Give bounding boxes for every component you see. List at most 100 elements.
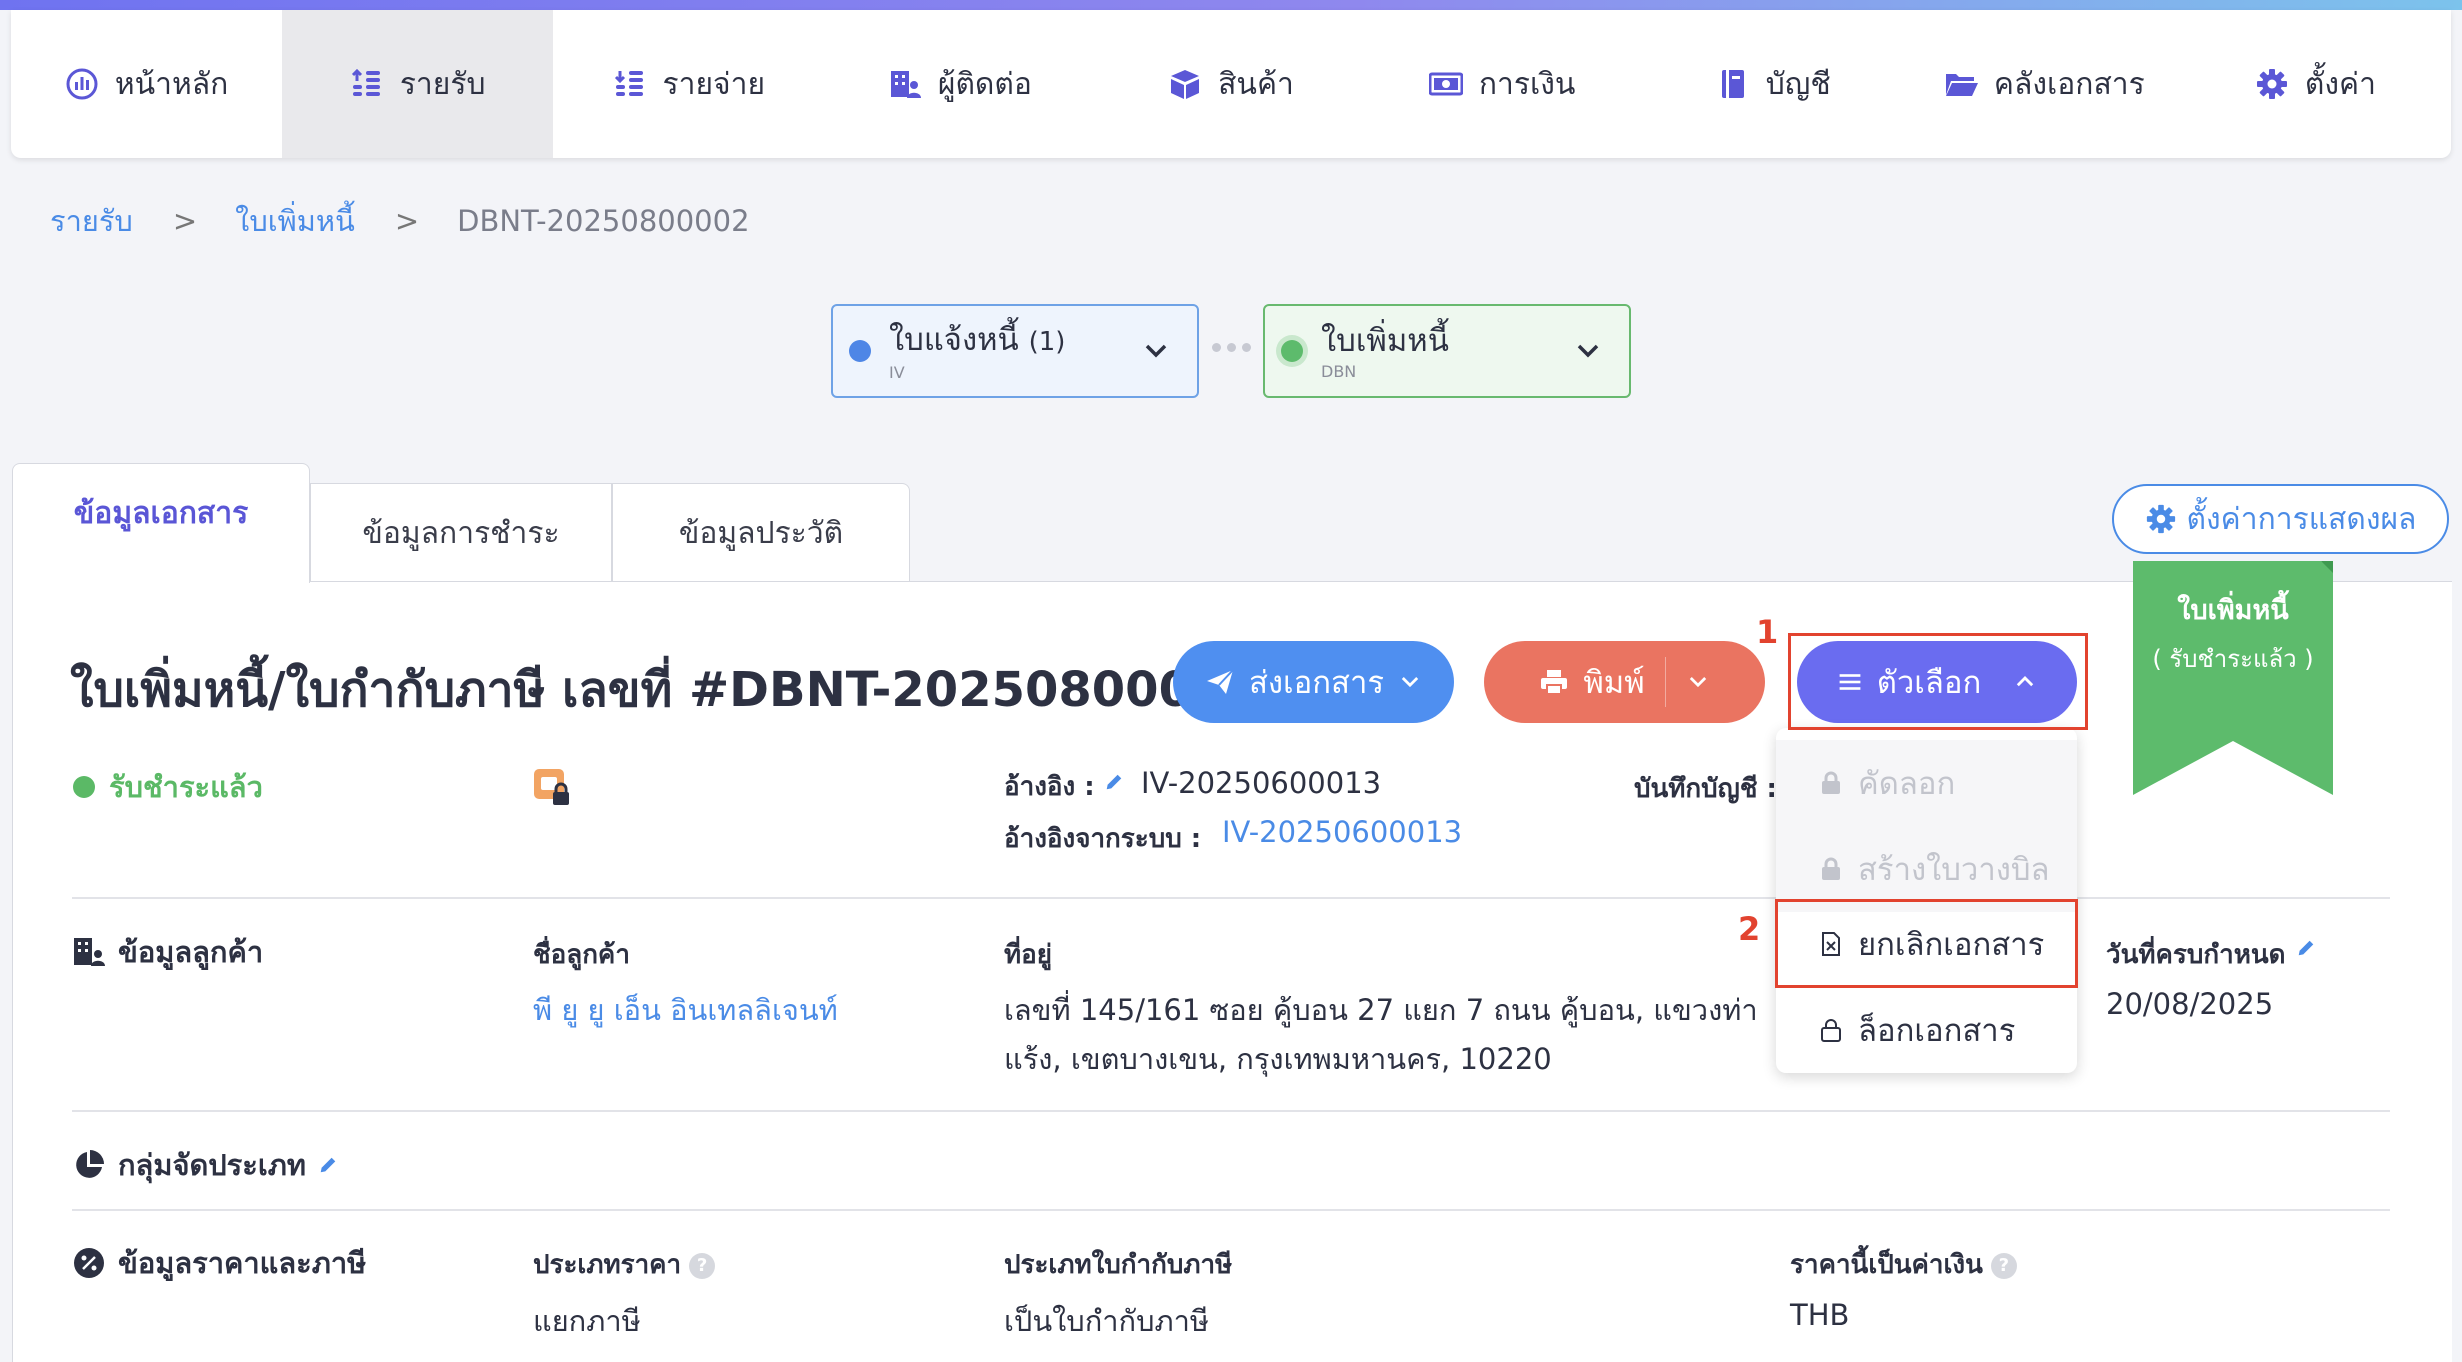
system-reference-link[interactable]: IV-20250600013 — [1222, 815, 1462, 849]
page-title: ใบเพิ่มหนี้/ใบกำกับภาษี เลขที่ #DBNT-202… — [70, 652, 1291, 728]
breadcrumb-income-link[interactable]: รายรับ — [50, 198, 133, 244]
cancel-document-icon — [1822, 932, 1840, 956]
lock-outline-icon — [1821, 1019, 1841, 1042]
lock-icon — [1822, 771, 1840, 794]
nav-label: ตั้งค่า — [2304, 66, 2376, 102]
dashboard-icon — [65, 67, 99, 101]
nav-label: บัญชี — [1765, 66, 1831, 102]
customer-section-title: ข้อมูลลูกค้า — [72, 929, 263, 975]
flow-debit-note-code: DBN — [1321, 361, 1357, 381]
chevron-down-icon — [1145, 344, 1167, 358]
help-icon[interactable]: ? — [689, 1252, 716, 1279]
paper-plane-icon — [1206, 669, 1234, 694]
status-badge: รับชำระแล้ว — [73, 764, 263, 810]
send-document-button[interactable]: ส่งเอกสาร — [1173, 641, 1454, 723]
nav-item-contacts[interactable]: ผู้ติดต่อ — [824, 10, 1095, 158]
nav-label: รายรับ — [399, 66, 486, 102]
pencil-icon[interactable] — [2296, 938, 2316, 958]
building-user-icon — [74, 938, 105, 966]
nav-label: การเงิน — [1478, 66, 1576, 102]
reference-value: IV-20250600013 — [1141, 766, 1382, 800]
pencil-icon[interactable] — [1104, 772, 1124, 792]
main-navbar: หน้าหลัก รายรับ รายจ่าย ผู้ติดต่อ สินค้า… — [11, 10, 2451, 158]
breadcrumb-separator: > — [394, 204, 420, 238]
tab-payment-info[interactable]: ข้อมูลการชำระ — [310, 483, 612, 583]
classification-section-label: กลุ่มจัดประเภท — [118, 1148, 306, 1182]
menu-icon — [1839, 674, 1861, 690]
nav-item-income[interactable]: รายรับ — [282, 10, 554, 158]
nav-label: คลังเอกสาร — [1993, 66, 2145, 102]
send-document-label: ส่งเอกสาร — [1248, 665, 1385, 701]
flow-debit-note-selector[interactable]: ใบเพิ่มหนี้ DBN — [1263, 304, 1631, 398]
customer-name-link[interactable]: พี ยู ยู เอ็น อินเทลลิเจนท์ — [533, 987, 838, 1033]
breadcrumb-current: DBNT-20250800002 — [457, 204, 750, 238]
options-button[interactable]: ตัวเลือก — [1797, 641, 2077, 723]
contacts-icon — [888, 67, 922, 101]
menu-item-copy[interactable]: คัดลอก — [1776, 740, 2077, 826]
ribbon-title: ใบเพิ่มหนี้ — [2177, 595, 2289, 626]
help-icon[interactable]: ? — [1990, 1252, 2017, 1279]
nav-item-products[interactable]: สินค้า — [1095, 10, 1366, 158]
system-reference-label: อ้างอิงจากระบบ : — [1004, 824, 1202, 854]
breadcrumb-separator: > — [172, 204, 198, 238]
ledger-icon — [1716, 67, 1750, 101]
chevron-down-icon — [1401, 677, 1419, 688]
nav-label: สินค้า — [1218, 66, 1294, 102]
menu-item-label: สร้างใบวางบิล — [1858, 852, 2050, 888]
nav-item-settings[interactable]: ตั้งค่า — [2180, 10, 2451, 158]
menu-item-label: ยกเลิกเอกสาร — [1858, 927, 2045, 963]
display-settings-label: ตั้งค่าการแสดงผล — [2186, 501, 2417, 537]
menu-item-lock-document[interactable]: ล็อกเอกสาร — [1776, 987, 2077, 1073]
nav-item-accounting[interactable]: บัญชี — [1638, 10, 1909, 158]
customer-name-label: ชื่อลูกค้า — [533, 940, 630, 970]
status-dot — [73, 776, 95, 798]
pricing-section-label: ข้อมูลราคาและภาษี — [118, 1246, 367, 1280]
status-label: รับชำระแล้ว — [109, 770, 263, 804]
tax-invoice-type-label: ประเภทใบกำกับภาษี — [1004, 1250, 1233, 1280]
options-dropdown-menu: คัดลอก สร้างใบวางบิล ยกเลิกเอกสาร ล็อกเอ… — [1776, 728, 2077, 1073]
nav-item-home[interactable]: หน้าหลัก — [11, 10, 282, 158]
menu-item-cancel-document[interactable]: ยกเลิกเอกสาร — [1776, 901, 2077, 987]
options-label: ตัวเลือก — [1876, 665, 1982, 701]
pencil-icon[interactable] — [318, 1155, 338, 1175]
flow-connector — [1212, 343, 1251, 352]
nav-label: รายจ่าย — [662, 66, 766, 102]
price-type-label: ประเภทราคา — [533, 1250, 682, 1280]
breadcrumb-debit-note-link[interactable]: ใบเพิ่มหนี้ — [235, 198, 355, 244]
breadcrumb: รายรับ > ใบเพิ่มหนี้ > DBNT-20250800002 — [50, 198, 750, 244]
nav-label: หน้าหลัก — [114, 66, 229, 102]
display-settings-button[interactable]: ตั้งค่าการแสดงผล — [2112, 484, 2449, 554]
nav-label: ผู้ติดต่อ — [937, 66, 1032, 102]
classification-section-title: กลุ่มจัดประเภท — [72, 1142, 338, 1188]
gear-icon — [2146, 504, 2175, 534]
address-label: ที่อยู่ — [1004, 940, 1052, 970]
price-type-label-wrap: ประเภทราคา? — [533, 1244, 716, 1285]
annotation-label-1: 1 — [1756, 613, 1779, 651]
currency-label-wrap: ราคานี้เป็นค่าเงิน? — [1790, 1244, 2017, 1285]
currency-value: THB — [1790, 1298, 1850, 1332]
print-button[interactable]: พิมพ์ — [1484, 641, 1765, 723]
chevron-down-icon[interactable] — [1686, 670, 1710, 694]
flow-debit-note-title: ใบเพิ่มหนี้ — [1321, 322, 1449, 359]
menu-item-label: คัดลอก — [1858, 766, 1956, 802]
percent-badge-icon — [74, 1248, 104, 1278]
nav-item-documents[interactable]: คลังเอกสาร — [1909, 10, 2180, 158]
nav-item-finance[interactable]: การเงิน — [1367, 10, 1638, 158]
chevron-down-icon — [1577, 344, 1599, 358]
printer-icon — [1541, 670, 1568, 695]
address-line-1: เลขที่ 145/161 ซอย คู้บอน 27 แยก 7 ถนน ค… — [1004, 993, 1758, 1027]
customer-section-label: ข้อมูลลูกค้า — [118, 935, 264, 969]
reference-label: อ้างอิง : — [1004, 772, 1095, 802]
document-title: ใบเพิ่มหนี้/ใบกำกับภาษี เลขที่ #DBNT-202… — [70, 662, 1259, 718]
nav-item-expense[interactable]: รายจ่าย — [553, 10, 824, 158]
currency-label: ราคานี้เป็นค่าเงิน — [1790, 1250, 1983, 1280]
flow-invoice-selector[interactable]: ใบแจ้งหนี้ (1) IV — [831, 304, 1199, 398]
divider — [72, 1209, 2390, 1211]
menu-item-create-billing-note[interactable]: สร้างใบวางบิล — [1776, 826, 2077, 912]
ribbon-subtitle: ( รับชำระแล้ว ) — [2152, 645, 2314, 673]
print-label: พิมพ์ — [1583, 665, 1645, 701]
tab-document-info[interactable]: ข้อมูลเอกสาร — [12, 463, 310, 583]
tab-history-info[interactable]: ข้อมูลประวัติ — [612, 483, 910, 583]
chevron-up-icon — [2017, 676, 2034, 687]
address-line-2: แร้ง, เขตบางเขน, กรุงเทพมหานคร, 10220 — [1004, 1042, 1552, 1076]
